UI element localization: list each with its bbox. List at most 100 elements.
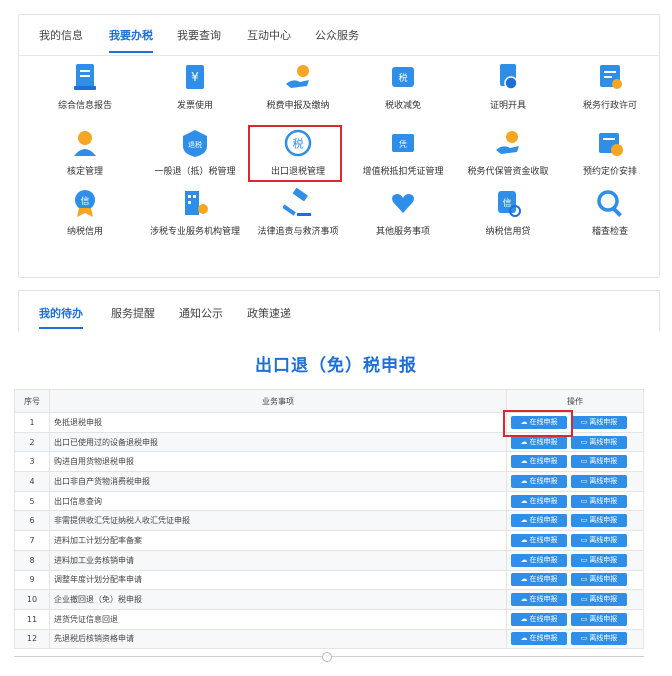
row-number: 10 [14, 589, 50, 610]
online-declare-button[interactable]: ☁ 在线申报 [511, 593, 567, 607]
online-declare-button[interactable]: ☁ 在线申报 [511, 553, 567, 567]
scroll-handle[interactable] [322, 652, 332, 662]
cloud-upload-icon: ☁ [520, 575, 528, 584]
invoice-icon: ¥ [180, 62, 210, 92]
row-item: 进料加工业务核销申请 [49, 549, 507, 571]
row-ops: ☁ 在线申报 ▭ 离线申报 [506, 510, 644, 532]
tab-interaction[interactable]: 互动中心 [247, 27, 291, 43]
grid-item-13[interactable]: 信纳税信用 [35, 188, 135, 237]
offline-declare-button[interactable]: ▭ 离线申报 [571, 435, 627, 449]
row-number: 12 [14, 628, 50, 650]
offline-declare-button[interactable]: ▭ 离线申报 [571, 474, 627, 488]
grid-item-label: 税务行政许可 [582, 101, 637, 111]
report-icon [70, 62, 100, 92]
grid-item-label: 一般退（抵）税管理 [154, 167, 236, 177]
online-declare-label: 在线申报 [529, 437, 558, 446]
svg-text:¥: ¥ [191, 70, 199, 84]
tab-tax-handling[interactable]: 我要办税 [109, 27, 153, 53]
offline-declare-label: 离线申报 [589, 575, 618, 584]
offline-declare-button[interactable]: ▭ 离线申报 [571, 632, 627, 646]
row-ops: ☁ 在线申报 ▭ 离线申报 [506, 608, 644, 630]
row-item: 非需提供收汇凭证纳税人收汇凭证申报 [49, 510, 507, 532]
grid-item-6[interactable]: 税务行政许可 [560, 62, 660, 111]
grid-item-17[interactable]: 信纳税信用贷 [458, 188, 558, 237]
online-declare-button[interactable]: ☁ 在线申报 [511, 632, 567, 646]
offline-declare-button[interactable]: ▭ 离线申报 [571, 593, 627, 607]
license-icon [595, 62, 625, 92]
grid-item-8[interactable]: 退税 一般退（抵）税管理 [145, 128, 245, 177]
online-declare-label: 在线申报 [529, 476, 558, 485]
grid-item-18[interactable]: 稽查检查 [560, 188, 660, 237]
cloud-upload-icon: ☁ [520, 457, 528, 466]
heart-hands-icon [388, 188, 418, 218]
cloud-upload-icon: ☁ [520, 535, 528, 544]
grid-item-1[interactable]: 综合信息报告 [35, 62, 135, 111]
row-item: 先退税后核销资格申请 [49, 628, 507, 650]
grid-item-2[interactable]: ¥ 发票使用 [145, 62, 245, 111]
tab-notice[interactable]: 通知公示 [179, 305, 223, 321]
online-declare-button[interactable]: ☁ 在线申报 [511, 612, 567, 626]
row-number: 9 [14, 569, 50, 591]
cloud-upload-icon: ☁ [520, 555, 528, 564]
grid-item-14[interactable]: 涉税专业服务机构管理 [145, 188, 245, 237]
grid-item-16[interactable]: 其他服务事项 [353, 188, 453, 237]
offline-declare-button[interactable]: ▭ 离线申报 [571, 514, 627, 528]
svg-text:税: 税 [398, 72, 407, 84]
offline-declare-label: 离线申报 [589, 555, 618, 564]
monitor-icon: ▭ [580, 555, 588, 564]
tab-service-reminder[interactable]: 服务提醒 [111, 305, 155, 321]
row-ops: ☁ 在线申报 ▭ 离线申报 [506, 530, 644, 551]
grid-item-3[interactable]: 税费申报及缴纳 [248, 62, 348, 111]
online-declare-button[interactable]: ☁ 在线申报 [511, 514, 567, 528]
row-number: 1 [14, 412, 50, 433]
row-ops: ☁ 在线申报 ▭ 离线申报 [506, 490, 644, 512]
fund-custody-icon [493, 128, 523, 158]
online-declare-button[interactable]: ☁ 在线申报 [511, 494, 567, 508]
grid-item-7[interactable]: 核定管理 [35, 128, 135, 177]
agency-building-icon [180, 188, 210, 218]
grid-item-11[interactable]: 税务代保管资金收取 [458, 128, 558, 177]
grid-item-label: 证明开具 [489, 101, 526, 111]
certificate-icon [493, 62, 523, 92]
tab-query[interactable]: 我要查询 [177, 27, 221, 43]
offline-declare-button[interactable]: ▭ 离线申报 [571, 415, 627, 429]
row-number: 7 [14, 530, 50, 551]
tab-public-service[interactable]: 公众服务 [315, 27, 359, 43]
row-item: 调整年度计划分配率申请 [49, 569, 507, 591]
offline-declare-button[interactable]: ▭ 离线申报 [571, 533, 627, 547]
grid-item-12[interactable]: 预约定价安排 [560, 128, 660, 177]
cloud-upload-icon: ☁ [520, 595, 528, 604]
offline-declare-button[interactable]: ▭ 离线申报 [571, 612, 627, 626]
grid-item-10[interactable]: 凭增值税抵扣凭证管理 [353, 128, 453, 177]
row-number: 4 [14, 471, 50, 492]
offline-declare-button[interactable]: ▭ 离线申报 [571, 455, 627, 469]
table-row: 7 进料加工计划分配率备案 ☁ 在线申报 ▭ 离线申报 [14, 530, 644, 551]
offline-declare-label: 离线申报 [589, 614, 618, 623]
table-row: 9 调整年度计划分配率申请 ☁ 在线申报 ▭ 离线申报 [14, 569, 644, 591]
online-declare-button[interactable]: ☁ 在线申报 [511, 474, 567, 488]
tab-my-todo[interactable]: 我的待办 [39, 305, 83, 329]
online-declare-label: 在线申报 [529, 516, 558, 525]
online-declare-button[interactable]: ☁ 在线申报 [511, 455, 567, 469]
grid-item-5[interactable]: 证明开具 [458, 62, 558, 111]
monitor-icon: ▭ [580, 496, 588, 505]
row-item: 出口信息查询 [49, 490, 507, 512]
row-ops: ☁ 在线申报 ▭ 离线申报 [506, 589, 644, 610]
row-number: 6 [14, 510, 50, 532]
offline-declare-label: 离线申报 [589, 535, 618, 544]
online-declare-button[interactable]: ☁ 在线申报 [511, 435, 567, 449]
online-declare-label: 在线申报 [529, 595, 558, 604]
todo-panel: 我的待办 服务提醒 通知公示 政策速递 [18, 290, 660, 331]
offline-declare-button[interactable]: ▭ 离线申报 [571, 553, 627, 567]
offline-declare-button[interactable]: ▭ 离线申报 [571, 494, 627, 508]
online-declare-button[interactable]: ☁ 在线申报 [511, 573, 567, 587]
tab-my-info[interactable]: 我的信息 [39, 27, 83, 43]
online-declare-button[interactable]: ☁ 在线申报 [511, 533, 567, 547]
row-item: 企业撤回退（免）税申报 [49, 589, 507, 610]
tab-policy[interactable]: 政策速递 [247, 305, 291, 321]
grid-item-15[interactable]: 法律追责与救济事项 [248, 188, 348, 237]
grid-item-4[interactable]: 税税收减免 [353, 62, 453, 111]
row-item: 进料加工计划分配率备案 [49, 530, 507, 551]
offline-declare-button[interactable]: ▭ 离线申报 [571, 573, 627, 587]
monitor-icon: ▭ [580, 476, 588, 485]
